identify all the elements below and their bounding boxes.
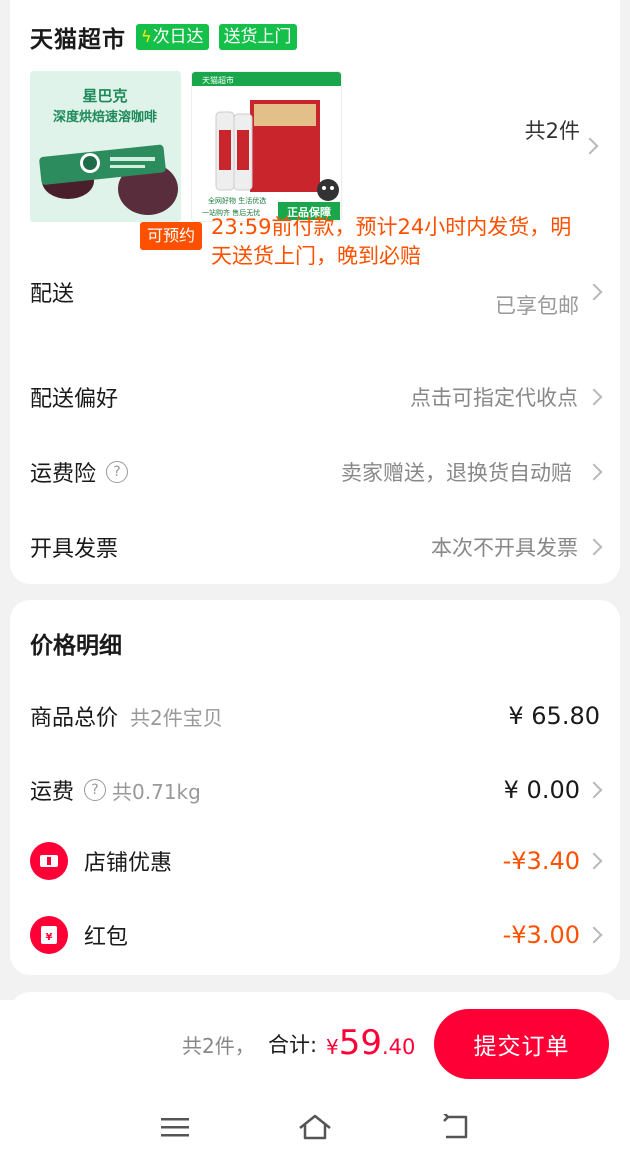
- delivery-label: 配送: [30, 282, 75, 307]
- goods-total-value: ¥ 65.80: [508, 702, 600, 730]
- red-packet-icon: ¥: [30, 916, 68, 954]
- total-decimal: .40: [382, 1035, 416, 1059]
- shipping-insurance-row[interactable]: 运费险? 卖家赠送，退换货自动赔: [30, 452, 603, 492]
- currency-symbol: ¥: [326, 1035, 339, 1059]
- freight-weight: 共0.71kg: [112, 779, 201, 804]
- chevron-right-icon[interactable]: [585, 852, 603, 870]
- summary-total-label: 合计:: [268, 1033, 318, 1057]
- goods-total-row: 商品总价 共2件宝贝 ¥ 65.80: [30, 696, 600, 736]
- home-icon[interactable]: [295, 1110, 335, 1144]
- product-thumbnail-baijiu[interactable]: 天猫超市 全网好物 生活优选 一站购齐 售后无忧 正品保障: [191, 71, 342, 222]
- store-discount-row[interactable]: 店铺优惠 -¥3.40: [30, 841, 603, 881]
- invoice-value: 本次不开具发票: [431, 536, 578, 560]
- submit-order-button[interactable]: 提交订单: [434, 1009, 609, 1079]
- help-icon[interactable]: ?: [84, 779, 107, 801]
- invoice-row[interactable]: 开具发票 本次不开具发票: [30, 527, 603, 567]
- next-day-label: 次日达: [152, 27, 204, 47]
- red-packet-label: 红包: [84, 925, 129, 950]
- chevron-right-icon[interactable]: [585, 463, 603, 481]
- shipping-insurance-value: 卖家赠送，退换货自动赔: [341, 461, 572, 485]
- next-day-tag: ϟ 次日达: [136, 24, 209, 50]
- coupon-icon: [30, 842, 68, 880]
- svg-text:¥: ¥: [46, 932, 53, 943]
- system-nav-bar: [0, 1090, 630, 1164]
- summary-count: 共2件，: [182, 1034, 255, 1058]
- product-thumbnail-starbucks[interactable]: 星巴克 深度烘焙速溶咖啡: [30, 71, 181, 222]
- reservable-badge: 可预约: [140, 222, 203, 250]
- chevron-right-icon[interactable]: [585, 388, 603, 406]
- baijiu-image: 天猫超市 全网好物 生活优选 一站购齐 售后无忧 正品保障: [192, 72, 341, 221]
- chevron-right-icon[interactable]: [585, 283, 603, 301]
- delivery-info: 23:59前付款，预计24小时内发货，明天送货上门，晚到必赔: [211, 215, 572, 268]
- help-icon[interactable]: ?: [106, 461, 129, 483]
- red-packet-value: -¥3.00: [502, 921, 580, 949]
- price-detail-title: 价格明细: [30, 633, 122, 659]
- freight-label: 运费: [30, 780, 75, 805]
- bolt-icon: ϟ: [141, 27, 152, 46]
- delivery-tag: 送货上门: [218, 24, 297, 50]
- total-integer: 59: [338, 1023, 382, 1063]
- item-count-link[interactable]: 共2件: [525, 115, 580, 145]
- back-icon[interactable]: [435, 1110, 475, 1144]
- store-discount-value: -¥3.40: [502, 847, 580, 875]
- store-header: 天猫超市 ϟ 次日达 送货上门: [30, 20, 297, 54]
- starbucks-image: 星巴克 深度烘焙速溶咖啡: [30, 71, 181, 222]
- order-store-card: 天猫超市 ϟ 次日达 送货上门 星巴克 深度烘焙速溶咖啡 天猫超市 全网好物 生…: [10, 0, 620, 584]
- chevron-right-icon[interactable]: [585, 926, 603, 944]
- red-packet-row[interactable]: ¥ 红包 -¥3.00: [30, 915, 603, 955]
- summary-total-price: ¥59.40: [326, 1023, 415, 1063]
- menu-icon[interactable]: [155, 1110, 195, 1144]
- free-shipping-text: 已享包邮: [495, 294, 579, 318]
- product1-line1: 星巴克: [82, 87, 127, 105]
- product1-line2: 深度烘焙速溶咖啡: [53, 109, 157, 125]
- checkout-bar: 共2件， 合计: ¥59.40 提交订单: [0, 1000, 630, 1090]
- delivery-preference-label: 配送偏好: [30, 387, 119, 412]
- shipping-insurance-label: 运费险: [30, 462, 97, 487]
- chevron-right-icon[interactable]: [581, 137, 599, 155]
- store-name[interactable]: 天猫超市: [30, 20, 126, 54]
- chevron-right-icon[interactable]: [585, 781, 603, 799]
- delivery-preference-row[interactable]: 配送偏好 点击可指定代收点: [30, 377, 603, 417]
- chevron-right-icon[interactable]: [585, 538, 603, 556]
- store-discount-label: 店铺优惠: [84, 851, 173, 876]
- goods-count: 共2件宝贝: [130, 705, 223, 730]
- product2-banner: 天猫超市: [202, 75, 234, 85]
- freight-value: ¥ 0.00: [503, 776, 580, 804]
- delivery-preference-value: 点击可指定代收点: [410, 386, 578, 410]
- product2-slogan1: 全网好物 生活优选: [208, 196, 266, 205]
- price-detail-card: 价格明细 商品总价 共2件宝贝 ¥ 65.80 运费? 共0.71kg ¥ 0.00…: [10, 600, 620, 975]
- goods-total-label: 商品总价: [30, 706, 119, 731]
- invoice-label: 开具发票: [30, 537, 119, 562]
- freight-row[interactable]: 运费? 共0.71kg ¥ 0.00: [30, 770, 603, 810]
